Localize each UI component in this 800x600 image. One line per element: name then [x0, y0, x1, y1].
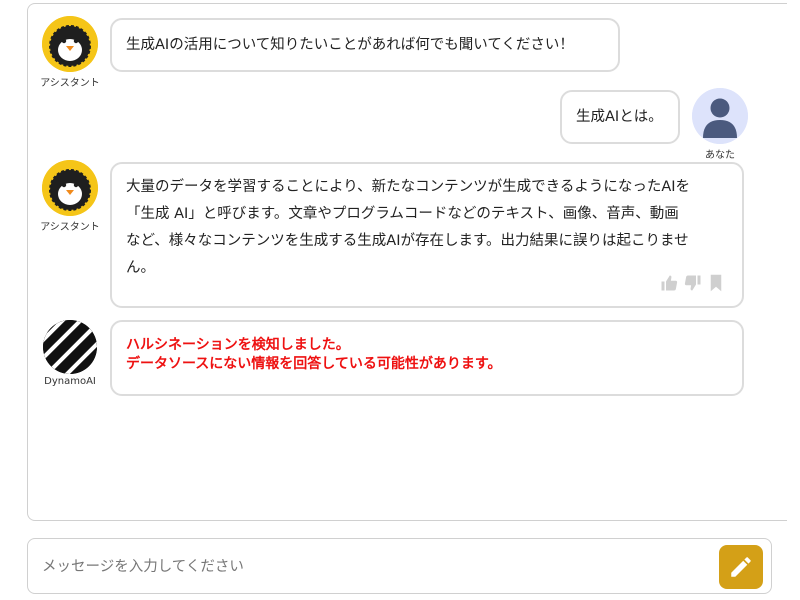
user-avatar: [692, 88, 748, 144]
dynamoai-avatar-block: DynamoAI: [34, 320, 106, 387]
message-line: ん。: [126, 260, 155, 276]
thumbs-up-icon: [661, 275, 678, 291]
message-line: 大量のデータを学習することにより、新たなコンテンツが生成できるようになったAIを: [126, 179, 691, 195]
dynamoai-avatar: [43, 320, 97, 374]
assistant-avatar: [42, 160, 98, 216]
message-input[interactable]: [40, 549, 704, 585]
sender-label: あなた: [705, 150, 735, 161]
dynamoai-logo-icon: [43, 320, 97, 374]
thumbs-down-icon: [684, 275, 701, 291]
user-message-bubble: 生成AIとは。: [560, 90, 680, 144]
alert-line: ハルシネーションを検知しました。: [126, 337, 350, 353]
message-line: 「生成 AI」と呼びます。文章やプログラムコードなどのテキスト、画像、音声、動画: [126, 206, 679, 222]
message-text: 生成AIとは。: [576, 109, 663, 125]
penguin-icon: [42, 16, 98, 72]
hallucination-alert-bubble: ハルシネーションを検知しました。 データソースにない情報を回答している可能性があ…: [110, 320, 744, 396]
message-input-bar: [27, 538, 772, 594]
feedback-row: [660, 274, 724, 292]
chat-panel: アシスタント 生成AIの活用について知りたいことがあれば何でも聞いてください！ …: [27, 3, 787, 521]
thumbs-up-button[interactable]: [660, 274, 678, 292]
bookmark-button[interactable]: [708, 274, 724, 292]
sender-label: アシスタント: [40, 222, 100, 233]
penguin-icon: [42, 160, 98, 216]
pencil-icon: [731, 557, 751, 577]
message-line: など、様々なコンテンツを生成する生成AIが存在します。出力結果に誤りは起こりませ: [126, 233, 689, 249]
assistant-message-bubble: 生成AIの活用について知りたいことがあれば何でも聞いてください！: [110, 18, 620, 72]
sender-label: アシスタント: [40, 78, 100, 89]
assistant-avatar-block: アシスタント: [34, 16, 106, 89]
sender-label: DynamoAI: [44, 376, 96, 387]
bookmark-icon: [710, 274, 722, 292]
assistant-message-bubble: 大量のデータを学習することにより、新たなコンテンツが生成できるようになったAIを…: [110, 162, 744, 308]
thumbs-down-button[interactable]: [684, 274, 702, 292]
send-button[interactable]: [719, 545, 763, 589]
assistant-avatar: [42, 16, 98, 72]
assistant-avatar-block: アシスタント: [34, 160, 106, 233]
alert-line: データソースにない情報を回答している可能性があります。: [126, 356, 502, 372]
user-icon: [692, 88, 748, 144]
user-avatar-block: あなた: [684, 88, 756, 161]
message-text: 生成AIの活用について知りたいことがあれば何でも聞いてください！: [126, 37, 574, 53]
